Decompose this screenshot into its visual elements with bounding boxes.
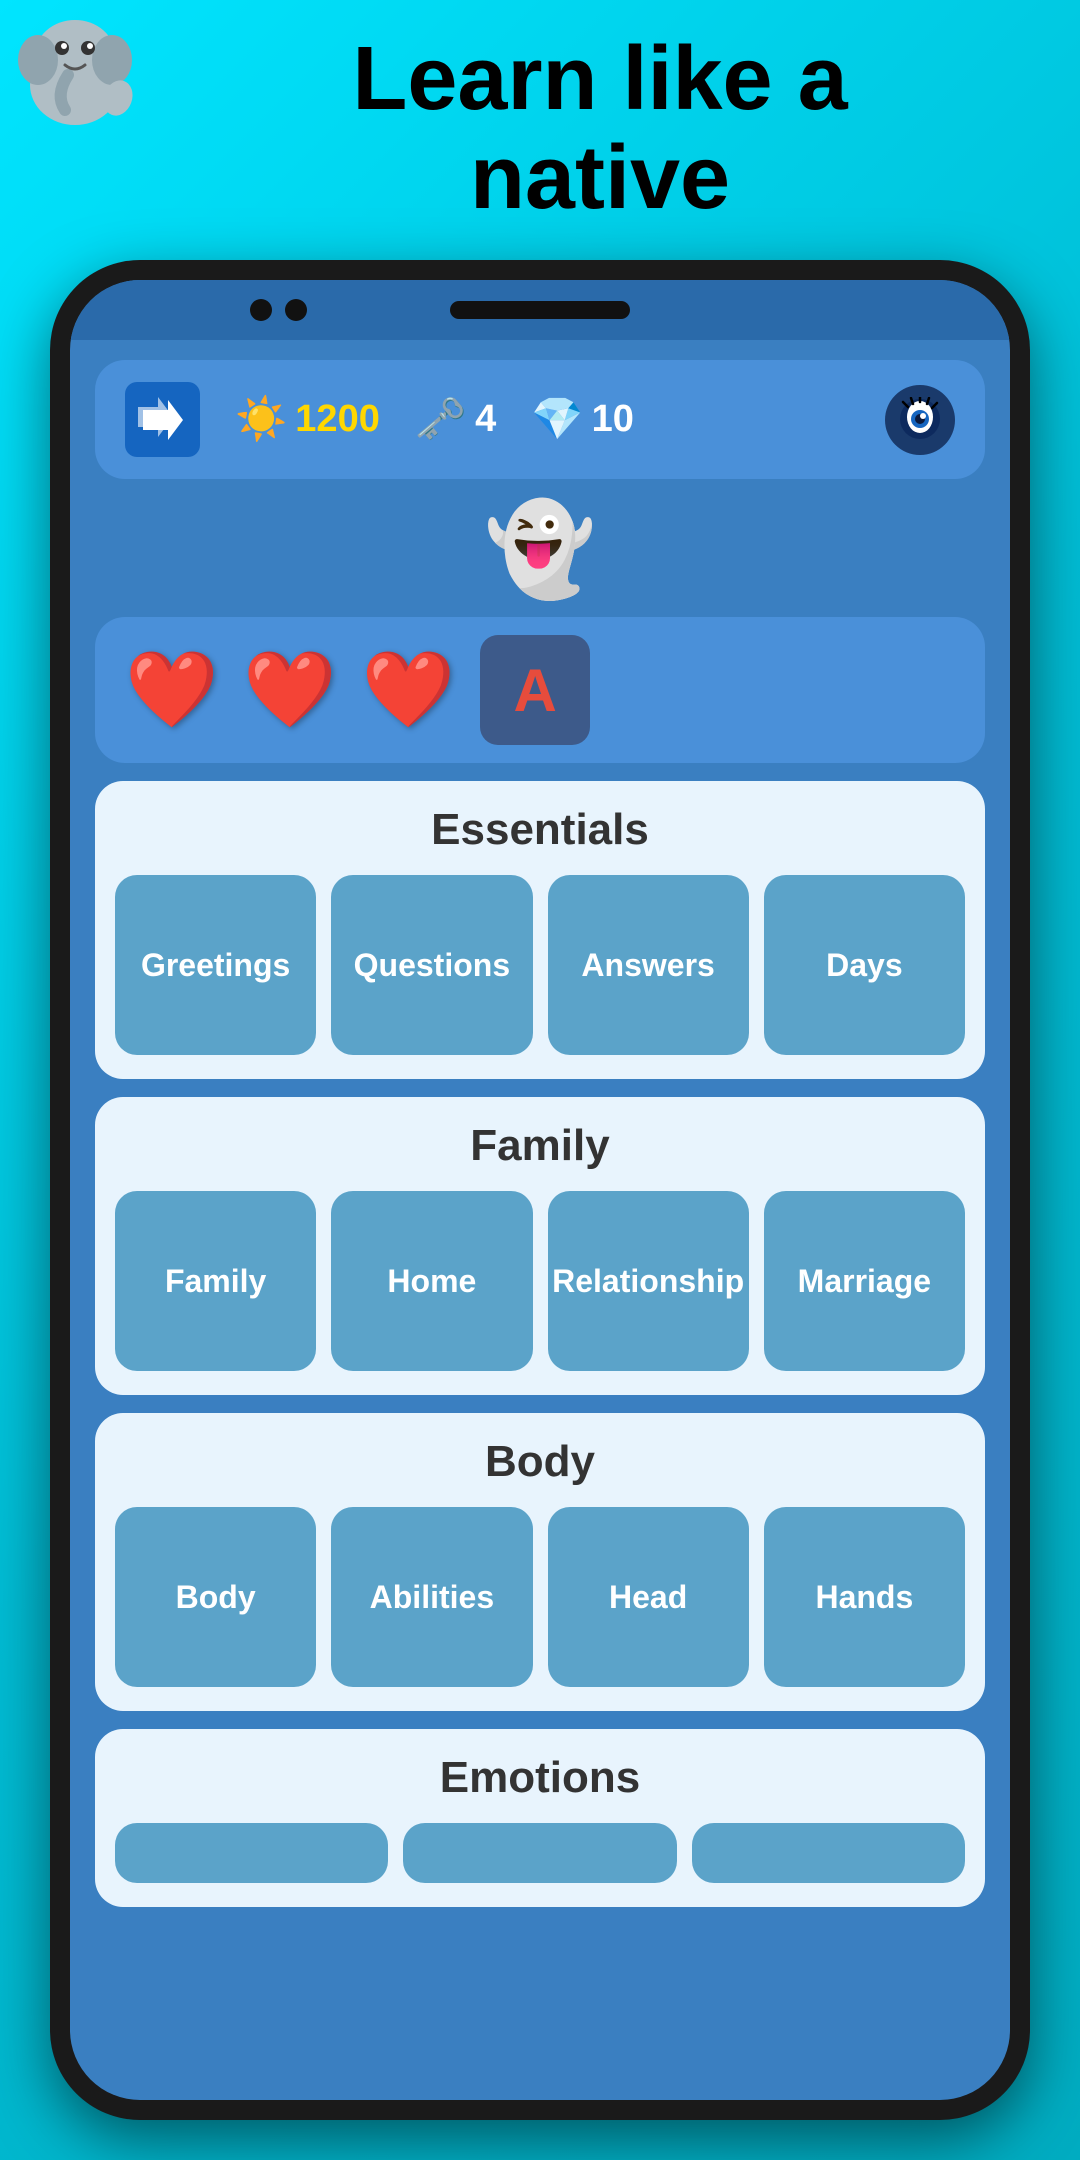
tile-emotion-2[interactable] [403, 1823, 676, 1883]
family-grid: Family Home Relationship Marriage [115, 1191, 965, 1371]
tile-days[interactable]: Days [764, 875, 965, 1055]
hearts-bar: ❤️ ❤️ ❤️ A [95, 617, 985, 763]
keys-stat: 🗝️ 4 [415, 395, 496, 444]
screen-content: ☀️ 1200 🗝️ 4 💎 10 [70, 340, 1010, 2100]
headline: Learn like a native [150, 30, 1050, 228]
essentials-title: Essentials [115, 805, 965, 855]
body-grid: Body Abilities Head Hands [115, 1507, 965, 1687]
tile-marriage[interactable]: Marriage [764, 1191, 965, 1371]
tile-body[interactable]: Body [115, 1507, 316, 1687]
star-icon: ☀️ [235, 395, 287, 444]
notch-bar [70, 280, 1010, 340]
stats-bar: ☀️ 1200 🗝️ 4 💎 10 [95, 360, 985, 479]
headline-line2: native [470, 128, 730, 228]
phone-frame: ☀️ 1200 🗝️ 4 💎 10 [50, 260, 1030, 2120]
tile-answers[interactable]: Answers [548, 875, 749, 1055]
emotions-title: Emotions [115, 1753, 965, 1803]
heart-2: ❤️ [243, 646, 336, 734]
speaker [450, 301, 630, 319]
letter-tile-a[interactable]: A [480, 635, 590, 745]
tile-emotion-3[interactable] [692, 1823, 965, 1883]
tile-home[interactable]: Home [331, 1191, 532, 1371]
tile-relationship[interactable]: Relationship [548, 1191, 749, 1371]
gem-icon: 💎 [531, 395, 583, 444]
emotions-grid [115, 1823, 965, 1883]
body-title: Body [115, 1437, 965, 1487]
tile-emotion-1[interactable] [115, 1823, 388, 1883]
key-icon: 🗝️ [415, 395, 467, 444]
mascot-elephant [10, 10, 140, 140]
camera-dot-right [285, 299, 307, 321]
headline-line1: Learn like a [352, 29, 847, 129]
stars-value: 1200 [295, 398, 380, 441]
heart-1: ❤️ [125, 646, 218, 734]
gems-value: 10 [592, 398, 634, 441]
tile-hands[interactable]: Hands [764, 1507, 965, 1687]
emotions-section: Emotions [95, 1729, 985, 1907]
family-title: Family [115, 1121, 965, 1171]
cloud-mascot-emoji: 👻 [484, 500, 596, 600]
tile-head[interactable]: Head [548, 1507, 749, 1687]
body-section: Body Body Abilities Head Hands [95, 1413, 985, 1711]
essentials-section: Essentials Greetings Questions Answers D… [95, 781, 985, 1079]
tile-abilities[interactable]: Abilities [331, 1507, 532, 1687]
profile-eye[interactable] [885, 385, 955, 455]
app-logo[interactable] [125, 382, 200, 457]
essentials-grid: Greetings Questions Answers Days [115, 875, 965, 1055]
cloud-mascot-row: 👻 [95, 497, 985, 602]
heart-3: ❤️ [362, 646, 455, 734]
stars-stat: ☀️ 1200 [235, 395, 380, 444]
camera-dot-left [250, 299, 272, 321]
keys-value: 4 [475, 398, 496, 441]
phone-screen: ☀️ 1200 🗝️ 4 💎 10 [70, 280, 1010, 2100]
family-section: Family Family Home Relationship Marriage [95, 1097, 985, 1395]
gems-stat: 💎 10 [531, 395, 634, 444]
tile-greetings[interactable]: Greetings [115, 875, 316, 1055]
tile-family[interactable]: Family [115, 1191, 316, 1371]
tile-questions[interactable]: Questions [331, 875, 532, 1055]
